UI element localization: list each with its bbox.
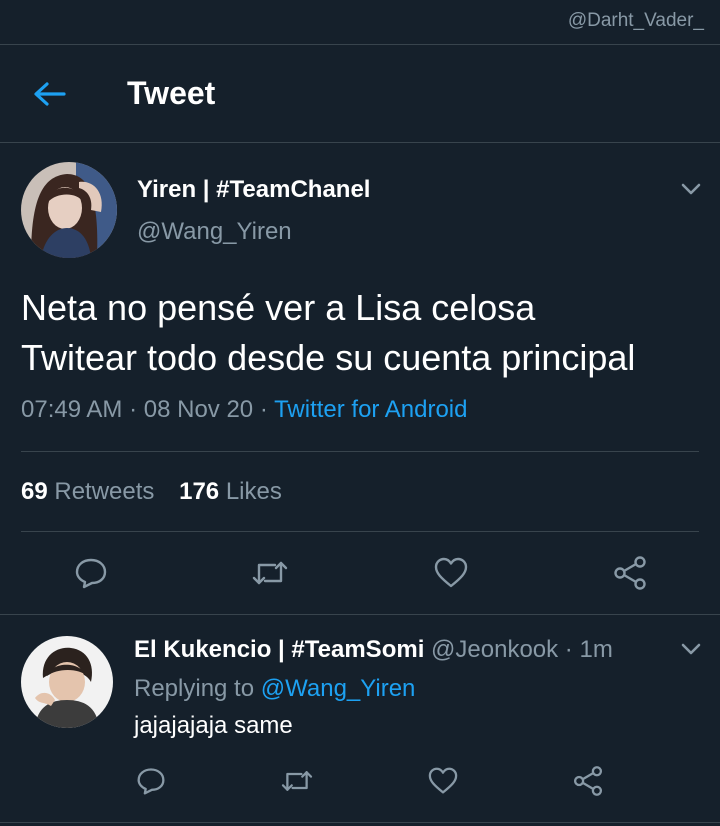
author-handle[interactable]: @Wang_Yiren [137,218,292,246]
heart-icon [428,767,458,794]
separator-dot: · [129,396,144,423]
author-display-name[interactable]: Yiren | #TeamChanel [137,176,370,204]
likes-stat[interactable]: 176 Likes [179,478,282,505]
reply-author-display-name[interactable]: El Kukencio | #TeamSomi [134,636,424,663]
reply-time: 1m [579,636,613,663]
top-bar: Tweet [0,44,720,143]
share-icon [573,766,603,796]
reply-header: El Kukencio | #TeamSomi @Jeonkook · 1m [134,636,613,664]
reply-share-button[interactable] [572,765,604,797]
divider [0,614,720,615]
tweet-date: 08 Nov 20 [143,396,254,423]
heart-icon [434,557,468,588]
replying-to: Replying to @Wang_Yiren [134,675,415,703]
retweet-icon [252,561,288,585]
like-label: Likes [225,478,282,505]
tweet-time: 07:49 AM [21,396,123,423]
watermark: @Darht_Vader_ [567,10,704,31]
share-icon [614,556,646,590]
divider [21,451,699,452]
retweet-count: 69 [21,478,48,505]
retweet-button[interactable] [251,557,289,589]
reply-button[interactable] [74,556,108,590]
reply-text: jajajajaja same [134,712,293,739]
reply-author-handle[interactable]: @Jeonkook [431,636,558,663]
reply-retweet-button[interactable] [280,767,314,795]
like-button[interactable] [433,557,469,589]
page-title: Tweet [127,75,216,111]
tweet-text-line: Neta no pensé ver a Lisa celosa [21,287,536,328]
share-button[interactable] [612,555,648,591]
replying-to-label: Replying to [134,675,255,702]
avatar[interactable] [21,636,113,728]
tweet-metadata: 07:49 AM · 08 Nov 20 · Twitter for Andro… [21,396,467,424]
retweet-icon [281,771,313,791]
separator-dot: · [558,636,580,663]
tweet-stats: 69 Retweets 176 Likes [21,478,282,506]
tweet-source-link[interactable]: Twitter for Android [274,396,467,423]
tweet-text: Neta no pensé ver a Lisa celosa Twitear … [21,283,711,383]
tweet-text-line: Twitear todo desde su cuenta principal [21,337,636,378]
comment-icon [137,768,165,795]
reply-like-button[interactable] [427,767,459,795]
retweet-label: Retweets [54,478,155,505]
like-count: 176 [179,478,220,505]
divider [21,531,699,532]
separator-dot: · [259,396,275,423]
mention-link[interactable]: @Wang_Yiren [261,675,416,702]
back-button[interactable] [30,79,70,109]
tweet-menu-button[interactable] [679,181,703,197]
avatar[interactable] [21,162,117,258]
divider [0,822,720,823]
chevron-down-icon [681,643,701,655]
reply-reply-button[interactable] [136,766,166,796]
arrow-left-icon [34,82,66,106]
reply-menu-button[interactable] [679,641,703,657]
comment-icon [75,558,107,589]
retweets-stat[interactable]: 69 Retweets [21,478,154,505]
chevron-down-icon [681,183,701,195]
